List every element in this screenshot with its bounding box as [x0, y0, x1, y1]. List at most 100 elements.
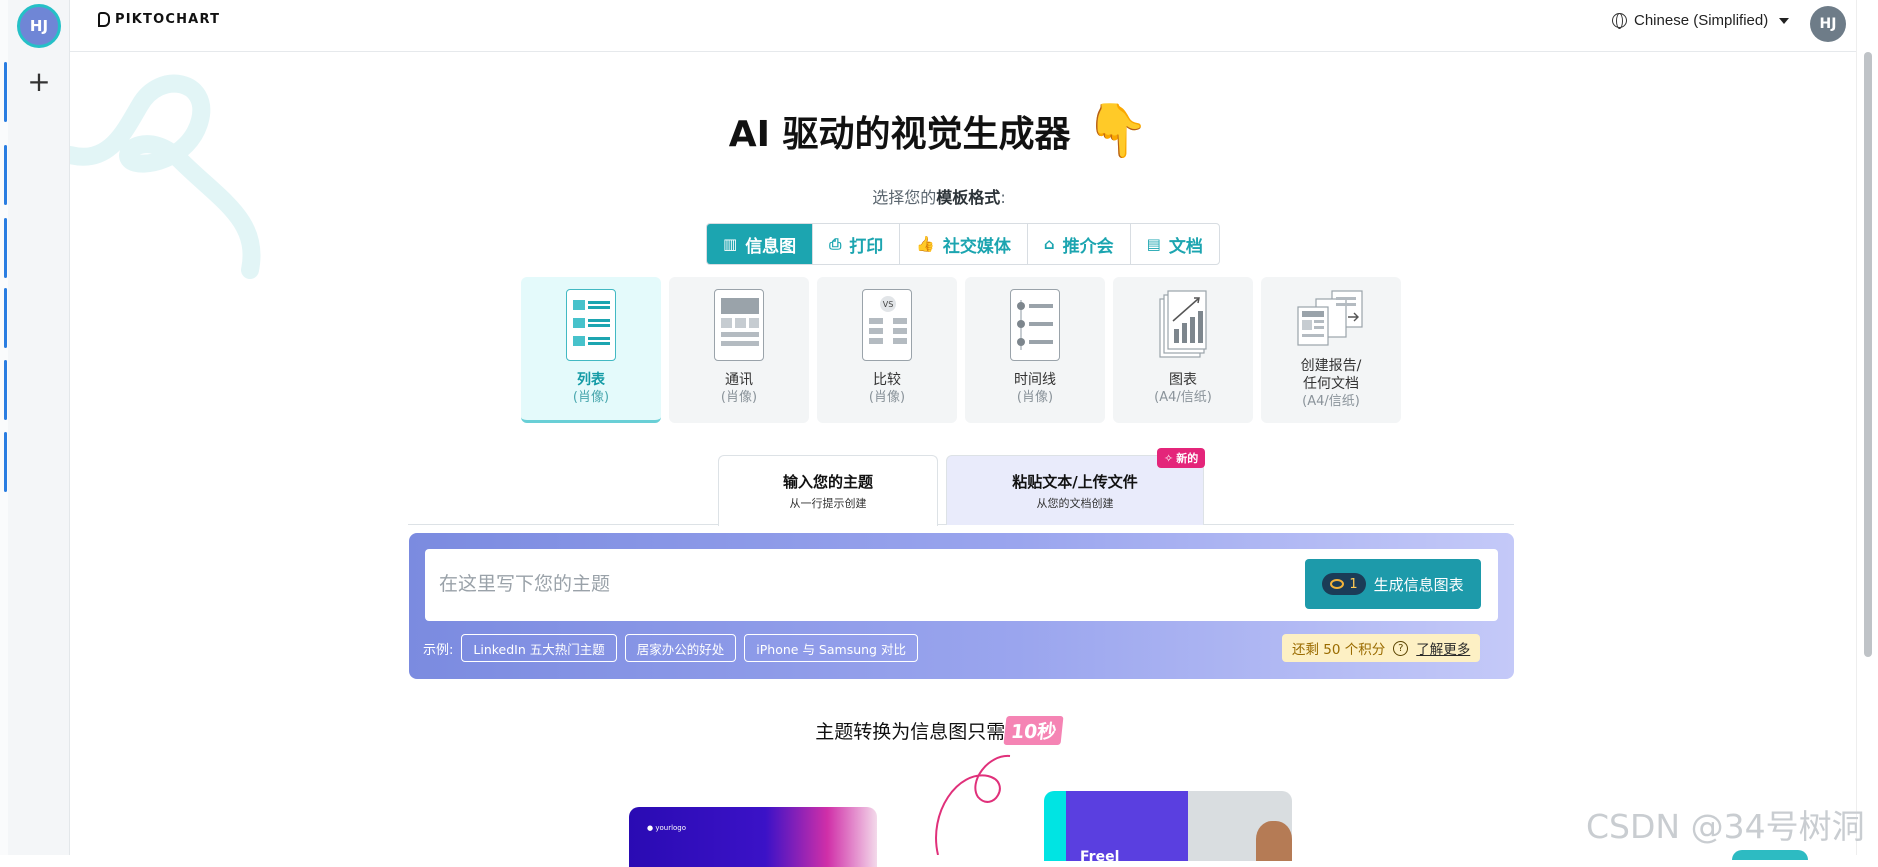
timeline-template-icon	[1010, 289, 1060, 361]
globe-icon	[1612, 13, 1627, 29]
new-badge: ✧ 新的	[1157, 448, 1206, 468]
card-label: 比较	[873, 372, 901, 388]
card-label: 时间线	[1014, 372, 1056, 388]
pointing-hand-icon: 👇	[1084, 101, 1150, 161]
format-tabs: ▥ 信息图 ⎙ 打印 👍 社交媒体 ⌂ 推介会 ▤ 文档	[706, 223, 1220, 265]
piktochart-logo[interactable]: PIKTOCHART	[98, 12, 220, 27]
card-sub: (肖像)	[868, 390, 906, 405]
user-avatar[interactable]: HJ	[1810, 6, 1846, 42]
tab-presentation[interactable]: ⌂ 推介会	[1028, 224, 1131, 264]
generate-infographic-button[interactable]: 1 生成信息图表	[1305, 559, 1481, 609]
example-chip[interactable]: iPhone 与 Samsung 对比	[744, 634, 918, 662]
template-card-report[interactable]: 创建报告/任何文档 (A4/信纸)	[1261, 277, 1401, 423]
tab-label: 文档	[1168, 236, 1203, 257]
examples-label: 示例:	[423, 642, 454, 658]
squiggle-decoration	[935, 754, 1011, 855]
sparkle-icon: ✧	[1164, 451, 1174, 465]
help-icon[interactable]: ?	[1393, 640, 1409, 656]
card-label: 列表	[577, 372, 605, 388]
language-label: Chinese (Simplified)	[1634, 12, 1769, 29]
document-icon: ▤	[1146, 235, 1161, 253]
credit-cost-pill: 1	[1322, 573, 1366, 595]
tab-title: 粘贴文本/上传文件	[1012, 472, 1138, 491]
tab-print[interactable]: ⎙ 打印	[813, 224, 901, 264]
tagline-highlight: 10秒	[1003, 716, 1065, 745]
input-mode-tabs: 输入您的主题 从一行提示创建 粘贴文本/上传文件 从您的文档创建	[408, 455, 1514, 526]
tagline: 主题转换为信息图只需 10秒	[0, 716, 1878, 745]
example-chip[interactable]: 居家办公的好处	[624, 634, 737, 662]
rail-marker	[4, 360, 7, 420]
example-chip[interactable]: LinkedIn 五大热门主题	[461, 634, 617, 662]
rail-marker	[4, 432, 7, 492]
topic-input-box: 1 生成信息图表	[425, 549, 1498, 621]
card-label: 图表	[1169, 372, 1197, 388]
chat-widget-button[interactable]	[1732, 850, 1808, 860]
tab-label: 推介会	[1062, 236, 1114, 257]
preview-logo: ● yourlogo	[647, 824, 687, 832]
preview-card-right[interactable]: Freel	[1044, 791, 1292, 861]
tab-label: 信息图	[745, 236, 797, 257]
tab-subtitle: 从您的文档创建	[1036, 496, 1114, 510]
preview-title: Freel	[1080, 849, 1120, 861]
coin-icon	[1330, 579, 1345, 589]
tab-title: 输入您的主题	[782, 473, 873, 491]
page-title: AI 驱动的视觉生成器 👇	[0, 100, 1878, 161]
presentation-icon: ⌂	[1043, 235, 1055, 253]
examples-row: 示例: LinkedIn 五大热门主题 居家办公的好处 iPhone 与 Sam…	[423, 634, 918, 662]
credit-cost: 1	[1349, 576, 1358, 592]
topic-input[interactable]	[439, 567, 1299, 603]
template-card-compare[interactable]: VS 比较 (肖像)	[817, 277, 957, 423]
logo-text: PIKTOCHART	[115, 12, 221, 27]
preview-panel	[1044, 791, 1066, 861]
vs-badge: VS	[883, 300, 894, 309]
tab-infographic[interactable]: ▥ 信息图	[707, 224, 814, 264]
title-text: AI 驱动的视觉生成器	[728, 113, 1071, 155]
card-label-line1: 创建报告/	[1300, 358, 1362, 374]
rail-marker	[4, 288, 7, 348]
tab-subtitle: 从一行提示创建	[789, 497, 867, 510]
card-sub: (肖像)	[1016, 390, 1054, 405]
tab-label: 打印	[849, 236, 884, 257]
card-label: 通讯	[725, 372, 753, 388]
subtitle-prefix: 选择您的	[872, 188, 937, 207]
tab-label: 社交媒体	[942, 236, 1011, 257]
template-card-newsletter[interactable]: 通讯 (肖像)	[669, 277, 809, 423]
compare-template-icon: VS	[862, 289, 912, 361]
card-label-line2: 任何文档	[1303, 376, 1359, 392]
infographic-icon: ▥	[723, 235, 738, 253]
chart-template-icon	[1158, 289, 1208, 361]
preview-logo-text: yourlogo	[655, 824, 687, 832]
rail-avatar[interactable]: HJ	[17, 4, 61, 48]
thumbs-up-icon: 👍	[916, 235, 935, 253]
report-template-icon	[1296, 289, 1366, 347]
top-header: PIKTOCHART Chinese (Simplified) HJ	[70, 0, 1858, 52]
preview-card-left[interactable]: ● yourlogo	[629, 807, 877, 867]
learn-more-link[interactable]: 了解更多	[1416, 638, 1470, 658]
newsletter-template-icon	[714, 289, 764, 361]
card-label: 创建报告/任何文档	[1301, 357, 1362, 393]
tab-enter-topic[interactable]: 输入您的主题 从一行提示创建	[718, 455, 938, 526]
list-template-icon	[566, 289, 616, 361]
tagline-text: 主题转换为信息图只需	[815, 721, 1006, 743]
tab-social-media[interactable]: 👍 社交媒体	[900, 224, 1028, 264]
format-subtitle: 选择您的模板格式:	[0, 184, 1878, 208]
rail-marker	[4, 218, 7, 278]
topic-panel: 1 生成信息图表 示例: LinkedIn 五大热门主题 居家办公的好处 iPh…	[409, 533, 1514, 679]
generate-label: 生成信息图表	[1373, 575, 1464, 594]
tab-document[interactable]: ▤ 文档	[1131, 224, 1219, 264]
template-card-timeline[interactable]: 时间线 (肖像)	[965, 277, 1105, 423]
template-card-chart[interactable]: 图表 (A4/信纸)	[1113, 277, 1253, 423]
new-badge-label: 新的	[1176, 452, 1199, 465]
template-cards: 列表 (肖像) 通讯 (肖像) VS 比较 (肖像) 时间线 (肖像) 图表 (…	[521, 277, 1401, 423]
add-icon[interactable]: +	[24, 65, 54, 98]
print-icon: ⎙	[829, 235, 842, 253]
card-sub: (肖像)	[572, 390, 610, 405]
language-selector[interactable]: Chinese (Simplified)	[1612, 12, 1790, 29]
logo-mark-icon	[98, 12, 110, 27]
template-card-list[interactable]: 列表 (肖像)	[521, 277, 661, 423]
caret-down-icon	[1779, 17, 1790, 24]
subtitle-suffix: :	[1000, 188, 1006, 207]
person-image	[1256, 821, 1292, 861]
card-sub: (A4/信纸)	[1302, 394, 1360, 409]
credits-text: 还剩 50 个积分	[1292, 642, 1386, 658]
